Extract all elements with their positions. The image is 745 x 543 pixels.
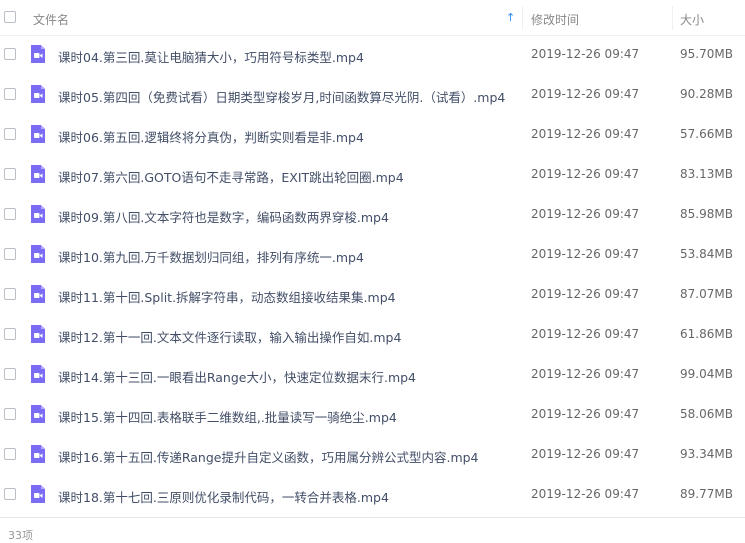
- file-name[interactable]: 课时11.第十回.Split.拆解字符串，动态数组接收结果集.mp4: [58, 287, 396, 306]
- file-name[interactable]: 课时18.第十七回.三原则优化录制代码，一转合并表格.mp4: [58, 487, 389, 506]
- file-name[interactable]: 课时12.第十一回.文本文件逐行读取，输入输出操作自如.mp4: [58, 327, 401, 346]
- file-row[interactable]: 课时11.第十回.Split.拆解字符串，动态数组接收结果集.mp4 2019-1…: [0, 274, 745, 314]
- row-checkbox[interactable]: [4, 328, 16, 340]
- file-row[interactable]: 课时15.第十四回.表格联手二维数组,.批量读写一骑绝尘.mp4 2019-12-…: [0, 394, 745, 434]
- file-size: 53.84MB: [680, 247, 733, 261]
- video-file-icon: [31, 245, 45, 263]
- row-checkbox[interactable]: [4, 368, 16, 380]
- file-size: 99.04MB: [680, 367, 733, 381]
- video-file-icon: [31, 85, 45, 103]
- video-file-icon: [31, 165, 45, 183]
- file-size: 85.98MB: [680, 207, 733, 221]
- row-checkbox[interactable]: [4, 88, 16, 100]
- column-header-modified-time[interactable]: 修改时间: [531, 11, 579, 28]
- video-file-icon: [31, 205, 45, 223]
- video-file-icon: [31, 285, 45, 303]
- file-name[interactable]: 课时10.第九回.万千数据划归同组，排列有序统一.mp4: [58, 247, 364, 266]
- video-file-icon: [31, 45, 45, 63]
- footer-divider: [0, 517, 745, 518]
- file-row[interactable]: 课时09.第八回.文本字符也是数字，编码函数两界穿梭.mp4 2019-12-26…: [0, 194, 745, 234]
- file-name[interactable]: 课时15.第十四回.表格联手二维数组,.批量读写一骑绝尘.mp4: [58, 407, 397, 426]
- select-all-checkbox[interactable]: [4, 11, 16, 23]
- video-file-icon: [31, 445, 45, 463]
- file-row[interactable]: 课时06.第五回.逻辑终将分真伪，判断实则看是非.mp4 2019-12-26 0…: [0, 114, 745, 154]
- file-name[interactable]: 课时16.第十五回.传递Range提升自定义函数，巧用属分辨公式型内容.mp4: [58, 447, 479, 466]
- file-row[interactable]: 课时12.第十一回.文本文件逐行读取，输入输出操作自如.mp4 2019-12-2…: [0, 314, 745, 354]
- file-row[interactable]: 课时10.第九回.万千数据划归同组，排列有序统一.mp4 2019-12-26 0…: [0, 234, 745, 274]
- column-divider[interactable]: [672, 6, 673, 30]
- video-file-icon: [31, 325, 45, 343]
- file-size: 95.70MB: [680, 47, 733, 61]
- file-list-header: 文件名 ↑ 修改时间 大小: [0, 0, 745, 36]
- row-checkbox[interactable]: [4, 48, 16, 60]
- sort-ascending-icon[interactable]: ↑: [506, 11, 515, 24]
- file-size: 87.07MB: [680, 287, 733, 301]
- file-name[interactable]: 课时06.第五回.逻辑终将分真伪，判断实则看是非.mp4: [58, 127, 364, 146]
- file-modified-time: 2019-12-26 09:47: [531, 87, 640, 101]
- row-checkbox[interactable]: [4, 208, 16, 220]
- file-size: 90.28MB: [680, 87, 733, 101]
- video-file-icon: [31, 405, 45, 423]
- row-checkbox[interactable]: [4, 408, 16, 420]
- file-size: 93.34MB: [680, 447, 733, 461]
- file-modified-time: 2019-12-26 09:47: [531, 247, 640, 261]
- video-file-icon: [31, 485, 45, 503]
- video-file-icon: [31, 125, 45, 143]
- file-modified-time: 2019-12-26 09:47: [531, 127, 640, 141]
- file-size: 89.77MB: [680, 487, 733, 501]
- file-name[interactable]: 课时14.第十三回.一眼看出Range大小，快速定位数据末行.mp4: [58, 367, 416, 386]
- column-divider[interactable]: [522, 6, 523, 30]
- file-size: 58.06MB: [680, 407, 733, 421]
- row-checkbox[interactable]: [4, 288, 16, 300]
- row-checkbox[interactable]: [4, 488, 16, 500]
- file-modified-time: 2019-12-26 09:47: [531, 487, 640, 501]
- video-file-icon: [31, 365, 45, 383]
- row-checkbox[interactable]: [4, 248, 16, 260]
- row-checkbox[interactable]: [4, 168, 16, 180]
- file-row[interactable]: 课时05.第四回（免费试看）日期类型穿梭岁月,时间函数算尽光阴.（试看）.mp4…: [0, 74, 745, 114]
- file-name[interactable]: 课时04.第三回.莫让电脑猜大小，巧用符号标类型.mp4: [58, 47, 364, 66]
- file-size: 61.86MB: [680, 327, 733, 341]
- file-row[interactable]: 课时07.第六回.GOTO语句不走寻常路，EXIT跳出轮回圈.mp4 2019-1…: [0, 154, 745, 194]
- file-name[interactable]: 课时07.第六回.GOTO语句不走寻常路，EXIT跳出轮回圈.mp4: [58, 167, 404, 186]
- file-modified-time: 2019-12-26 09:47: [531, 327, 640, 341]
- item-count: 33项: [8, 529, 33, 542]
- file-modified-time: 2019-12-26 09:47: [531, 287, 640, 301]
- file-modified-time: 2019-12-26 09:47: [531, 447, 640, 461]
- file-modified-time: 2019-12-26 09:47: [531, 47, 640, 61]
- file-modified-time: 2019-12-26 09:47: [531, 407, 640, 421]
- file-row[interactable]: 课时14.第十三回.一眼看出Range大小，快速定位数据末行.mp4 2019-1…: [0, 354, 745, 394]
- column-header-size[interactable]: 大小: [680, 11, 704, 28]
- file-row[interactable]: 课时04.第三回.莫让电脑猜大小，巧用符号标类型.mp4 2019-12-26 0…: [0, 34, 745, 74]
- file-size: 83.13MB: [680, 167, 733, 181]
- file-row[interactable]: 课时16.第十五回.传递Range提升自定义函数，巧用属分辨公式型内容.mp4 2…: [0, 434, 745, 474]
- row-checkbox[interactable]: [4, 448, 16, 460]
- row-checkbox[interactable]: [4, 128, 16, 140]
- file-row[interactable]: 课时18.第十七回.三原则优化录制代码，一转合并表格.mp4 2019-12-26…: [0, 474, 745, 514]
- file-modified-time: 2019-12-26 09:47: [531, 167, 640, 181]
- file-name[interactable]: 课时09.第八回.文本字符也是数字，编码函数两界穿梭.mp4: [58, 207, 389, 226]
- file-name[interactable]: 课时05.第四回（免费试看）日期类型穿梭岁月,时间函数算尽光阴.（试看）.mp4: [58, 87, 505, 106]
- file-size: 57.66MB: [680, 127, 733, 141]
- file-modified-time: 2019-12-26 09:47: [531, 367, 640, 381]
- column-header-name[interactable]: 文件名: [33, 11, 69, 28]
- file-modified-time: 2019-12-26 09:47: [531, 207, 640, 221]
